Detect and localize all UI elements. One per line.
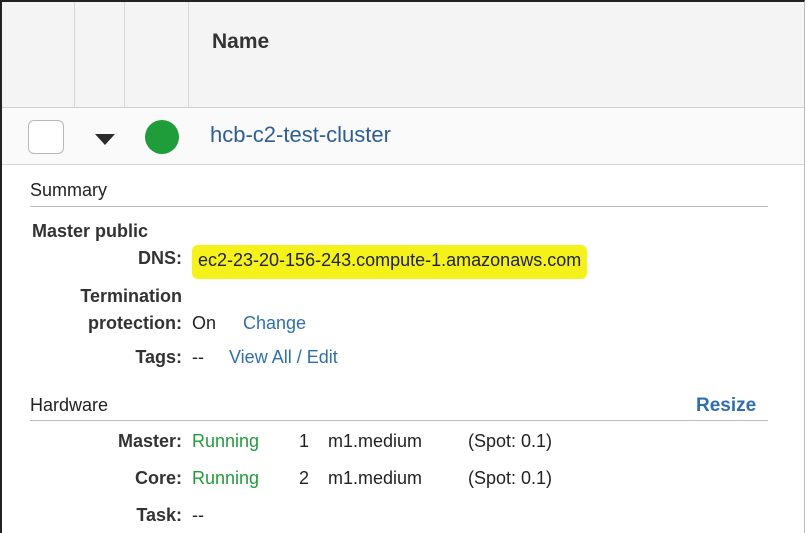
column-divider bbox=[188, 2, 189, 107]
master-dns-label-cont: DNS: bbox=[138, 248, 182, 268]
hardware-core-label: Core: bbox=[134, 468, 182, 488]
master-dns-value: ec2-23-20-156-243.compute-1.amazonaws.co… bbox=[192, 245, 588, 279]
termination-protection-label-cont: protection: bbox=[88, 313, 182, 333]
hardware-core-type: m1.medium bbox=[328, 468, 423, 488]
change-termination-link[interactable]: Change bbox=[243, 313, 306, 334]
hardware-section-title: Hardware bbox=[30, 395, 109, 415]
status-running-icon bbox=[145, 120, 179, 154]
hardware-master-type: m1.medium bbox=[328, 431, 423, 451]
hardware-task-status: -- bbox=[192, 505, 204, 525]
hardware-task-label: Task: bbox=[136, 505, 182, 525]
table-header: Name bbox=[2, 2, 804, 108]
tags-value: -- bbox=[192, 347, 204, 367]
tags-label: Tags: bbox=[135, 347, 182, 367]
cluster-name-link[interactable]: hcb-c2-test-cluster bbox=[210, 122, 391, 148]
section-divider bbox=[30, 206, 768, 207]
hardware-master-label: Master: bbox=[117, 431, 182, 451]
column-header-name[interactable]: Name bbox=[212, 30, 269, 54]
hardware-master-spot: (Spot: 0.1) bbox=[468, 431, 553, 451]
view-edit-tags-link[interactable]: View All / Edit bbox=[229, 347, 338, 368]
hardware-master-count: 1 bbox=[299, 431, 310, 451]
column-divider bbox=[124, 2, 125, 107]
column-divider bbox=[74, 2, 75, 107]
caret-down-icon[interactable] bbox=[95, 134, 115, 146]
cluster-list-panel: Name hcb-c2-test-cluster Summary Master … bbox=[0, 0, 805, 533]
hardware-core-spot: (Spot: 0.1) bbox=[468, 468, 553, 488]
hardware-master-status: Running bbox=[192, 431, 260, 451]
termination-protection-label: Termination bbox=[80, 286, 182, 306]
termination-protection-value: On bbox=[192, 313, 217, 333]
hardware-core-status: Running bbox=[192, 468, 260, 488]
table-row[interactable]: hcb-c2-test-cluster bbox=[2, 108, 804, 165]
hardware-core-count: 2 bbox=[299, 468, 310, 488]
resize-link[interactable]: Resize bbox=[696, 395, 756, 417]
master-dns-label: Master public bbox=[32, 221, 149, 241]
summary-section-title: Summary bbox=[30, 180, 108, 200]
row-checkbox[interactable] bbox=[28, 120, 64, 154]
section-divider bbox=[30, 420, 768, 421]
